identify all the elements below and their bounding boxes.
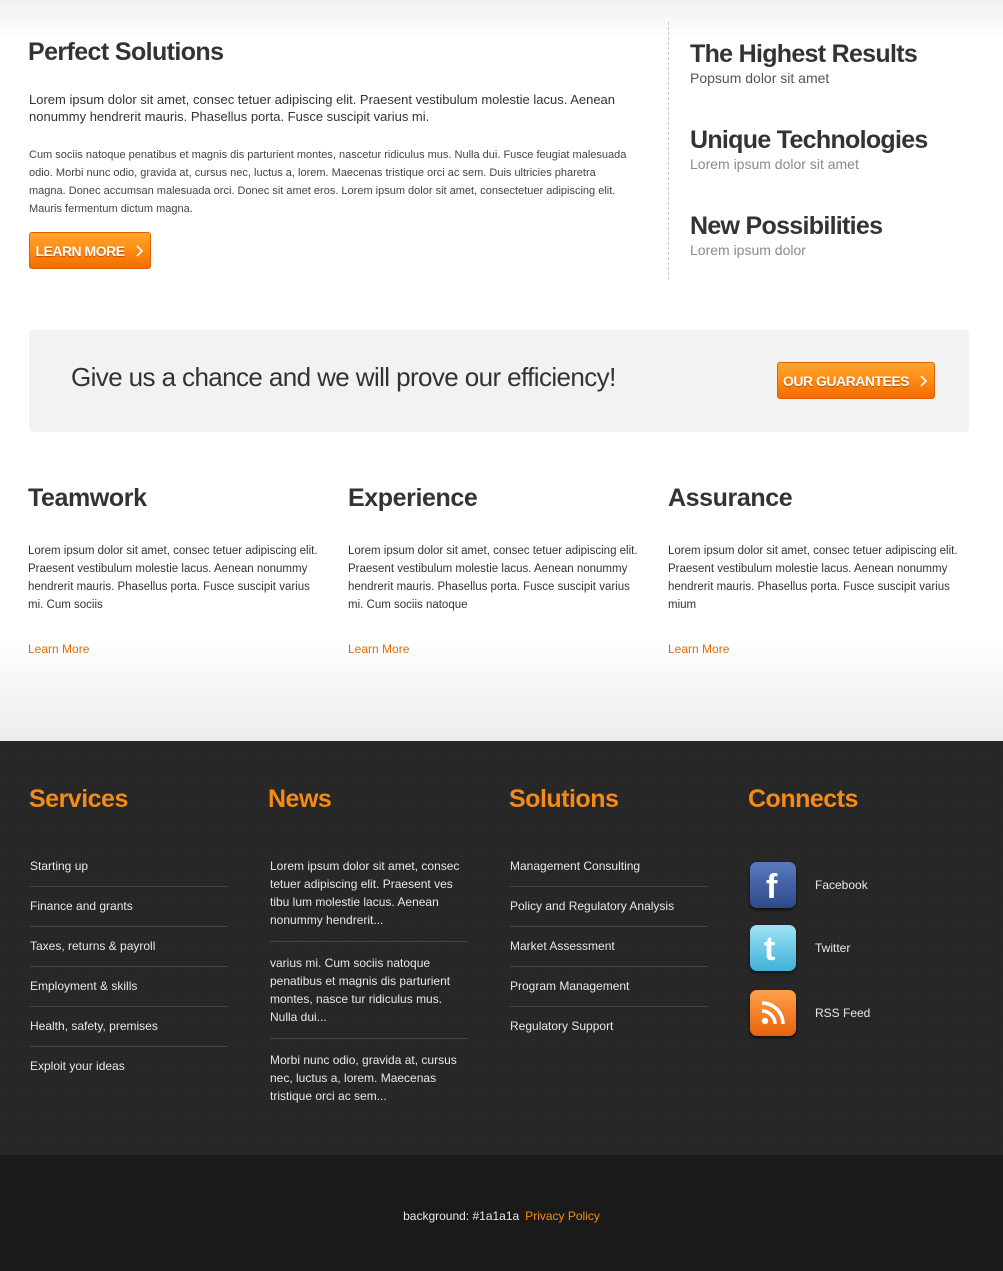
social-rss[interactable]: RSS Feed — [750, 990, 870, 1036]
facebook-label: Facebook — [815, 878, 868, 892]
solutions-item[interactable]: Market Assessment — [510, 927, 708, 967]
learn-more-label: LEARN MORE — [35, 242, 125, 259]
feature-unique-technologies: Unique Technologies Lorem ipsum dolor si… — [690, 126, 928, 172]
intro-body: Cum sociis natoque penatibus et magnis d… — [29, 149, 627, 215]
services-title: Services — [29, 785, 128, 813]
feature-highest-results: The Highest Results Popsum dolor sit ame… — [690, 40, 918, 86]
chevron-right-icon — [135, 244, 143, 257]
column-text: Lorem ipsum dolor sit amet, consec tetue… — [348, 545, 638, 611]
column-text: Lorem ipsum dolor sit amet, consec tetue… — [28, 545, 318, 611]
services-item[interactable]: Health, safety, premises — [30, 1007, 228, 1047]
column-text: Lorem ipsum dolor sit amet, consec tetue… — [668, 545, 958, 611]
solutions-item[interactable]: Policy and Regulatory Analysis — [510, 887, 708, 927]
services-list: Starting up Finance and grants Taxes, re… — [30, 847, 228, 1087]
column-title: Assurance — [668, 484, 793, 512]
solutions-title: Solutions — [509, 785, 619, 813]
svg-text:t: t — [764, 931, 775, 965]
intro-lead: Lorem ipsum dolor sit amet, consec tetue… — [29, 92, 616, 124]
our-guarantees-button[interactable]: OUR GUARANTEES — [777, 362, 935, 399]
privacy-policy-link[interactable]: Privacy Policy — [525, 1209, 600, 1223]
services-item[interactable]: Finance and grants — [30, 887, 228, 927]
bottom-text-row: background: #1a1a1a Privacy Policy — [0, 1209, 1003, 1223]
chevron-right-icon — [920, 374, 928, 387]
services-item[interactable]: Starting up — [30, 847, 228, 887]
services-item[interactable]: Exploit your ideas — [30, 1047, 228, 1087]
connects-title: Connects — [748, 785, 858, 813]
solutions-list: Management Consulting Policy and Regulat… — [510, 847, 708, 1047]
facebook-icon[interactable]: f — [750, 862, 796, 908]
our-guarantees-label: OUR GUARANTEES — [782, 372, 910, 389]
bottom-text: background: #1a1a1a — [403, 1209, 520, 1223]
column-assurance: Assurance Lorem ipsum dolor sit amet, co… — [668, 484, 968, 656]
services-item[interactable]: Employment & skills — [30, 967, 228, 1007]
column-teamwork: Teamwork Lorem ipsum dolor sit amet, con… — [28, 484, 328, 656]
feature-title: New Possibilities — [690, 212, 883, 240]
news-item[interactable]: varius mi. Cum sociis natoque penatibus … — [270, 954, 468, 1039]
learn-more-button[interactable]: LEARN MORE — [29, 232, 151, 269]
twitter-icon[interactable]: t — [750, 925, 796, 971]
news-title: News — [268, 785, 332, 813]
feature-title: The Highest Results — [690, 40, 918, 68]
vertical-divider — [668, 22, 669, 280]
twitter-label: Twitter — [815, 941, 851, 955]
news-item[interactable]: Morbi nunc odio, gravida at, cursus nec,… — [270, 1051, 468, 1117]
feature-subtitle: Popsum dolor sit amet — [690, 70, 830, 86]
feature-new-possibilities: New Possibilities Lorem ipsum dolor — [690, 212, 883, 258]
column-title: Experience — [348, 484, 478, 512]
solutions-item[interactable]: Regulatory Support — [510, 1007, 708, 1047]
rss-label: RSS Feed — [815, 1006, 871, 1020]
column-experience: Experience Lorem ipsum dolor sit amet, c… — [348, 484, 648, 656]
news-item[interactable]: Lorem ipsum dolor sit amet, consec tetue… — [270, 857, 468, 942]
social-twitter[interactable]: t Twitter — [750, 925, 850, 971]
solutions-item[interactable]: Program Management — [510, 967, 708, 1007]
news-list: Lorem ipsum dolor sit amet, consec tetue… — [270, 857, 468, 1129]
feature-subtitle: Lorem ipsum dolor — [690, 242, 806, 258]
solutions-item[interactable]: Management Consulting — [510, 847, 708, 887]
learn-more-link[interactable]: Learn More — [668, 642, 729, 656]
rss-icon[interactable] — [750, 990, 796, 1036]
intro-title: Perfect Solutions — [28, 38, 224, 66]
banner-text: Give us a chance and we will prove our e… — [71, 362, 616, 392]
svg-text:f: f — [766, 868, 778, 902]
social-facebook[interactable]: f Facebook — [750, 862, 868, 908]
feature-title: Unique Technologies — [690, 126, 928, 154]
feature-subtitle: Lorem ipsum dolor sit amet — [690, 156, 859, 172]
services-item[interactable]: Taxes, returns & payroll — [30, 927, 228, 967]
column-title: Teamwork — [28, 484, 147, 512]
learn-more-link[interactable]: Learn More — [348, 642, 409, 656]
learn-more-link[interactable]: Learn More — [28, 642, 89, 656]
